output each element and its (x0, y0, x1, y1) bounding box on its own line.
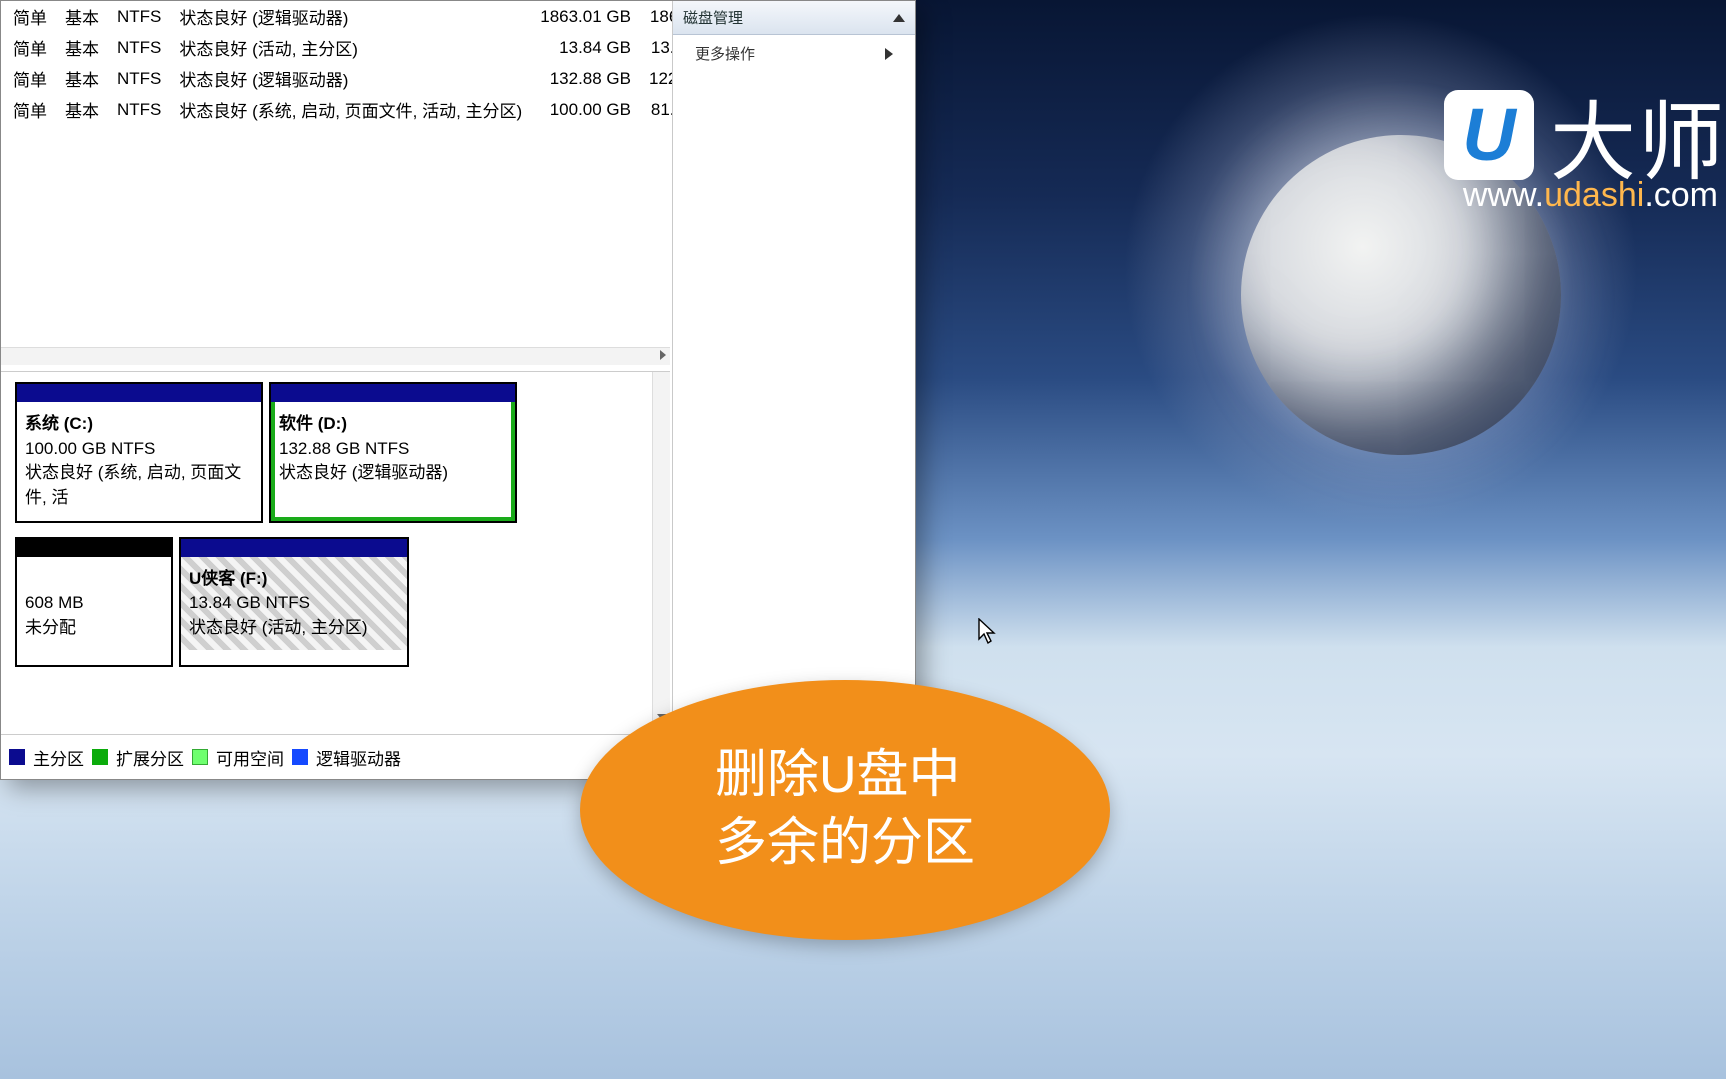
legend-label-primary: 主分区 (33, 745, 84, 770)
partition-title: 软件 (D:) (279, 414, 347, 433)
callout-line1: 删除U盘中 (715, 746, 961, 804)
legend-swatch-logical (292, 749, 308, 765)
legend-swatch-extended (92, 749, 108, 765)
tutorial-callout: 删除U盘中 多余的分区 (580, 680, 1110, 940)
desktop-wallpaper: U 大师 www.udashi.com 简单 基本 NTFS 状态良好 (逻辑驱… (0, 0, 1726, 1079)
submenu-arrow-icon (885, 48, 893, 60)
partition-uxk-f[interactable]: U侠客 (F:) 13.84 GB NTFS 状态良好 (活动, 主分区) (179, 537, 409, 667)
partition-size: 13.84 GB NTFS (189, 593, 310, 612)
partition-system-c[interactable]: 系统 (C:) 100.00 GB NTFS 状态良好 (系统, 启动, 页面文… (15, 382, 263, 523)
legend-label-logical: 逻辑驱动器 (316, 745, 401, 770)
partition-status: 状态良好 (活动, 主分区) (189, 618, 368, 637)
collapse-icon[interactable] (893, 14, 905, 22)
partition-software-d[interactable]: 软件 (D:) 132.88 GB NTFS 状态良好 (逻辑驱动器) (269, 382, 517, 523)
more-actions-item[interactable]: 更多操作 (673, 35, 915, 72)
table-row[interactable]: 简单 基本 NTFS 状态良好 (逻辑驱动器) 1863.01 GB 1860.… (1, 1, 717, 32)
partition-title: U侠客 (F:) (189, 569, 267, 588)
disk-graphical-view: 系统 (C:) 100.00 GB NTFS 状态良好 (系统, 启动, 页面文… (1, 371, 670, 724)
partition-status: 状态良好 (逻辑驱动器) (279, 463, 448, 482)
partition-size: 132.88 GB NTFS (279, 439, 409, 458)
partition-size: 608 MB (25, 593, 84, 612)
legend: 主分区 扩展分区 可用空间 逻辑驱动器 (1, 734, 670, 779)
partition-title: 系统 (C:) (25, 414, 93, 433)
callout-line2: 多余的分区 (715, 814, 975, 872)
legend-swatch-free (192, 749, 208, 765)
legend-swatch-primary (9, 749, 25, 765)
table-row[interactable]: 简单 基本 NTFS 状态良好 (活动, 主分区) 13.84 GB 13.73… (1, 32, 717, 63)
disk-management-window[interactable]: 简单 基本 NTFS 状态良好 (逻辑驱动器) 1863.01 GB 1860.… (0, 0, 916, 780)
partition-status: 未分配 (25, 618, 76, 637)
legend-label-free: 可用空间 (216, 745, 284, 770)
brand-u-badge: U (1444, 90, 1534, 180)
volume-list[interactable]: 简单 基本 NTFS 状态良好 (逻辑驱动器) 1863.01 GB 1860.… (1, 1, 670, 125)
partition-unallocated[interactable]: 608 MB 未分配 (15, 537, 173, 667)
horizontal-scrollbar[interactable] (1, 347, 670, 365)
table-row[interactable]: 简单 基本 NTFS 状态良好 (逻辑驱动器) 132.88 GB 122.46… (1, 63, 717, 94)
brand-url: www.udashi.com (1463, 176, 1718, 215)
table-row[interactable]: 简单 基本 NTFS 状态良好 (系统, 启动, 页面文件, 活动, 主分区) … (1, 94, 717, 125)
cursor-icon (978, 618, 998, 646)
actions-pane-title: 磁盘管理 (683, 7, 743, 28)
vertical-scrollbar[interactable] (652, 372, 670, 724)
partition-size: 100.00 GB NTFS (25, 439, 155, 458)
partition-status: 状态良好 (系统, 启动, 页面文件, 活 (25, 463, 241, 507)
legend-label-extended: 扩展分区 (116, 745, 184, 770)
more-actions-label: 更多操作 (695, 43, 755, 64)
actions-pane: 磁盘管理 更多操作 (672, 1, 915, 779)
actions-pane-header[interactable]: 磁盘管理 (673, 1, 915, 35)
